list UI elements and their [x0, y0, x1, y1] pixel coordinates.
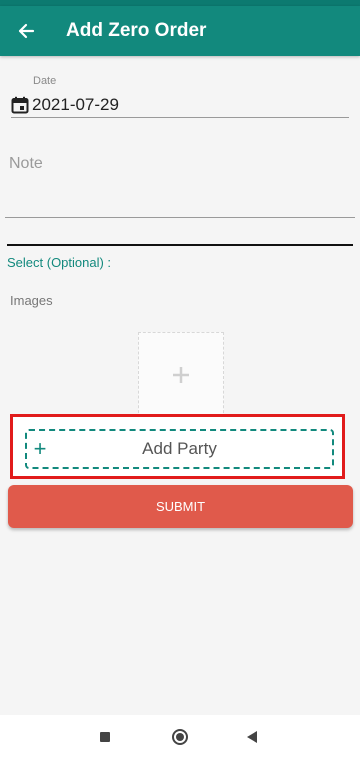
- recents-square-icon[interactable]: [100, 732, 110, 742]
- home-circle-inner: [176, 733, 184, 741]
- add-image-button[interactable]: [138, 332, 224, 418]
- arrow-left-icon: [18, 23, 35, 39]
- calendar-icon: [11, 96, 29, 113]
- plus-icon: [173, 367, 189, 383]
- add-party-label: Add Party: [142, 439, 217, 458]
- app-bar: Add Zero Order: [0, 6, 360, 56]
- back-button[interactable]: [1, 6, 51, 56]
- page-title: Add Zero Order: [66, 20, 207, 41]
- select-optional-label: Select (Optional) :: [7, 255, 112, 270]
- nav-back-icon[interactable]: [247, 731, 257, 743]
- date-value: 2021-07-29: [32, 94, 119, 114]
- note-input[interactable]: Note: [9, 155, 43, 173]
- date-label: Date: [33, 75, 57, 87]
- section-divider: [7, 244, 353, 246]
- system-nav-bar: [0, 715, 360, 757]
- submit-button[interactable]: SUBMIT: [8, 485, 353, 528]
- home-circle-icon[interactable]: [172, 729, 188, 745]
- add-party-plus-icon: +: [33, 436, 47, 461]
- note-underline: [5, 217, 355, 218]
- add-party-button[interactable]: + Add Party: [25, 429, 334, 469]
- images-label: Images: [10, 293, 53, 308]
- date-field[interactable]: 2021-07-29: [11, 92, 349, 118]
